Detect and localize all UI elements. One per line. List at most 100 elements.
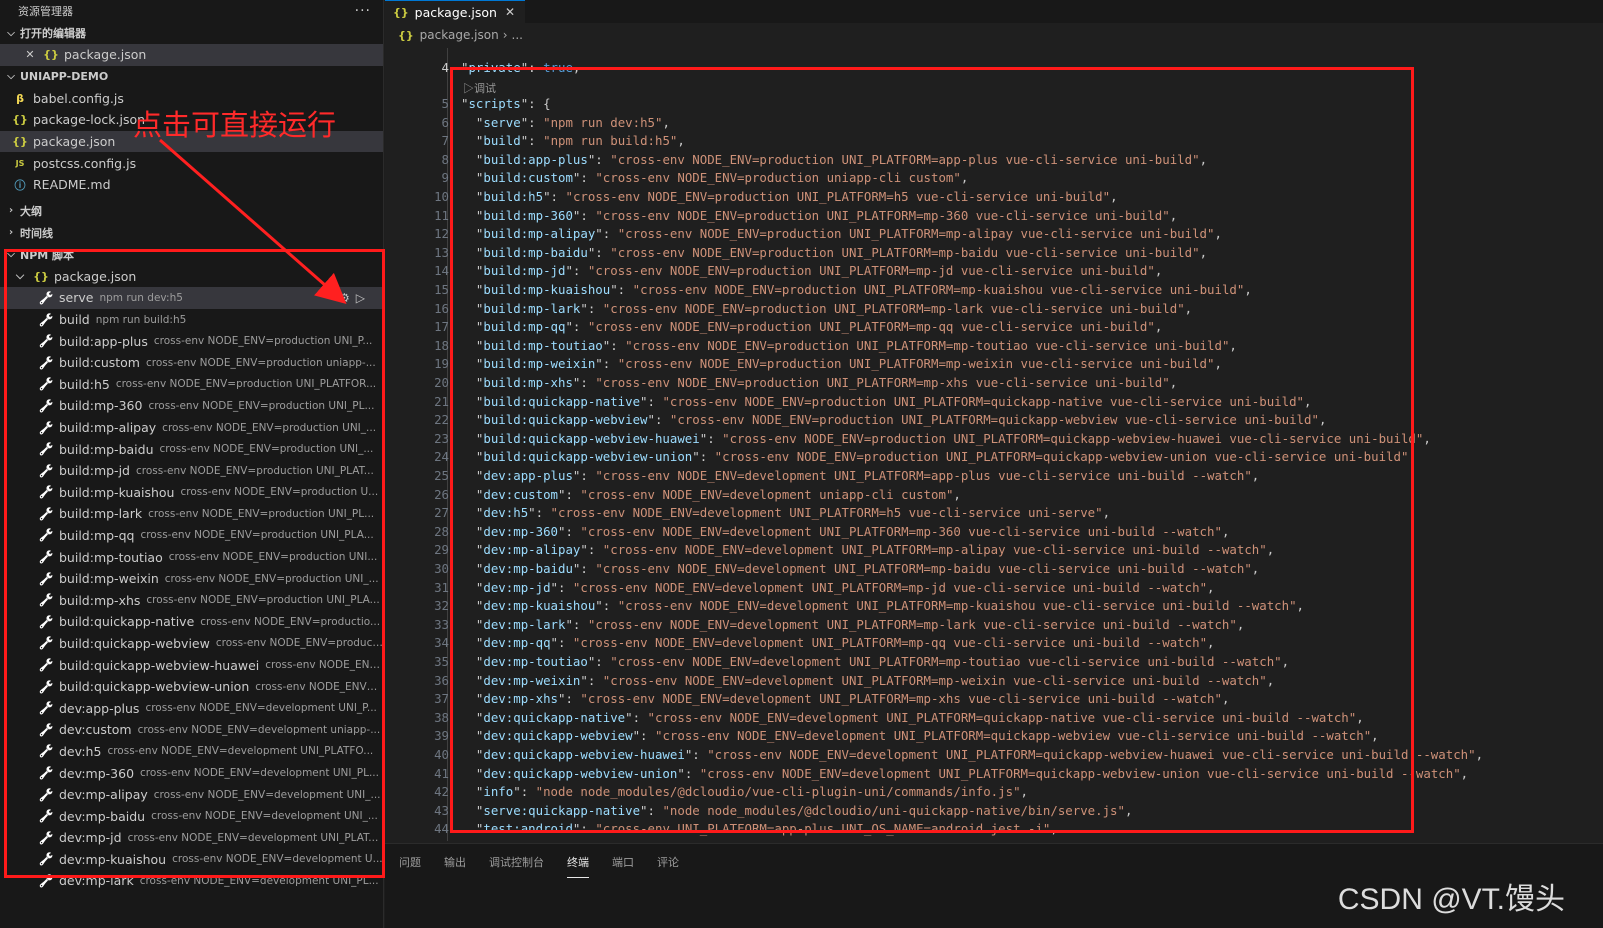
npm-script-item[interactable]: 🔧 dev:h5 cross-env NODE_ENV=development UN… [0, 741, 383, 763]
npm-script-command: cross-env NODE_ENV=production UNI_PLA... [146, 594, 380, 607]
file-item[interactable]: JS postcss.config.js [0, 152, 383, 174]
close-icon[interactable]: ✕ [22, 48, 38, 61]
npm-script-name: build:mp-lark [59, 506, 143, 522]
open-editor-item[interactable]: ✕ {} package.json [0, 44, 383, 66]
npm-script-item[interactable]: 🔧 dev:mp-360 cross-env NODE_ENV=developmen… [0, 762, 383, 784]
json-value: cross-env NODE_ENV=development UNI_PLATF… [587, 523, 1215, 539]
npm-script-name: build:mp-qq [59, 527, 135, 543]
code-line: 4 "private": true, [385, 59, 581, 78]
code-line: 34 "dev:mp-qq": "cross-env NODE_ENV=deve… [385, 634, 1214, 653]
open-editor-label: package.json [64, 47, 147, 63]
line-number: 7 [441, 133, 449, 149]
npm-script-item[interactable]: 🔧 build:mp-kuaishou cross-env NODE_ENV=pro… [0, 482, 383, 504]
code-line: 7 "build": "npm run build:h5", [385, 131, 685, 150]
npm-script-command: cross-env NODE_ENV=productio... [200, 615, 381, 628]
file-item[interactable]: ⓘ README.md [0, 174, 383, 196]
npm-script-item[interactable]: 🔧 build:mp-lark cross-env NODE_ENV=product… [0, 503, 383, 525]
npm-script-item[interactable]: 🔧 dev:mp-lark cross-env NODE_ENV=developme… [0, 870, 383, 892]
section-open-editors[interactable]: ⌵ 打开的编辑器 [0, 22, 383, 44]
npm-script-item[interactable]: 🔧 build:mp-weixin cross-env NODE_ENV=produ… [0, 568, 383, 590]
npm-script-item[interactable]: 🔧 build:quickapp-native cross-env NODE_ENV… [0, 611, 383, 633]
json-value: cross-env NODE_ENV=development UNI_PLATF… [610, 542, 1260, 558]
npm-script-item[interactable]: 🔧 build:mp-baidu cross-env NODE_ENV=produc… [0, 438, 383, 460]
run-script-icon[interactable]: ▷ [356, 291, 365, 305]
npm-script-item[interactable]: 🔧 build:mp-xhs cross-env NODE_ENV=producti… [0, 589, 383, 611]
wrench-icon: 🔧 [38, 636, 54, 651]
npm-script-item[interactable]: 🔧 build:quickapp-webview-union cross-env N… [0, 676, 383, 698]
npm-script-item[interactable]: 🔧 build:mp-alipay cross-env NODE_ENV=produ… [0, 417, 383, 439]
npm-script-item[interactable]: 🔧 dev:mp-alipay cross-env NODE_ENV=develop… [0, 784, 383, 806]
npm-script-item[interactable]: 🔧 build:mp-toutiao cross-env NODE_ENV=prod… [0, 546, 383, 568]
npm-script-list: 🔧 serve npm run dev:h5 ⚙ ▷ 🔧 build npm run buil… [0, 287, 383, 892]
npm-script-item[interactable]: 🔧 dev:mp-kuaishou cross-env NODE_ENV=devel… [0, 849, 383, 871]
json-key: dev:quickapp-webview-huawei [483, 746, 685, 762]
npm-script-item[interactable]: 🔧 build:h5 cross-env NODE_ENV=production U… [0, 374, 383, 396]
npm-script-name: dev:mp-lark [59, 873, 134, 889]
npm-script-item[interactable]: 🔧 build:mp-360 cross-env NODE_ENV=producti… [0, 395, 383, 417]
npm-script-item[interactable]: 🔧 build npm run build:h5 [0, 309, 383, 331]
more-actions-icon[interactable]: ··· [355, 3, 371, 19]
npm-script-name: build:quickapp-webview [59, 635, 210, 651]
json-key: build:quickapp-webview-huawei [483, 430, 700, 446]
json-value: true [543, 60, 573, 76]
section-outline[interactable]: › 大纲 [0, 200, 383, 222]
line-number: 28 [434, 523, 449, 539]
json-value: cross-env NODE_ENV=development UNI_PLATF… [655, 709, 1349, 725]
code-line: 28 "dev:mp-360": "cross-env NODE_ENV=dev… [385, 522, 1229, 541]
line-number: 33 [434, 616, 449, 632]
babel-icon: β [16, 91, 24, 105]
breadcrumb-file[interactable]: package.json [420, 28, 499, 42]
npm-script-item[interactable]: 🔧 build:quickapp-webview cross-env NODE_EN… [0, 633, 383, 655]
npm-script-item[interactable]: 🔧 serve npm run dev:h5 ⚙ ▷ [0, 287, 383, 309]
wrench-icon: 🔧 [38, 614, 54, 629]
npm-package-node[interactable]: ⌵ {} package.json [0, 266, 383, 288]
chevron-down-icon: ⌵ [15, 269, 25, 283]
section-npm-scripts[interactable]: ⌵ NPM 脚本 [0, 244, 383, 266]
file-label: package.json [33, 134, 116, 150]
debug-codelens[interactable]: ▷调试 [463, 80, 496, 96]
json-value: npm run build:h5 [550, 133, 670, 149]
tab-package-json[interactable]: {} package.json ✕ [385, 0, 526, 23]
close-icon[interactable]: ✕ [505, 5, 515, 19]
panel-tab[interactable]: 调试控制台 [489, 850, 544, 874]
chevron-down-icon: ⌵ [7, 27, 15, 39]
panel-tab[interactable]: 评论 [657, 850, 679, 874]
json-key: build:mp-qq [483, 319, 566, 335]
section-timeline[interactable]: › 时间线 [0, 222, 383, 244]
json-key: info [483, 784, 514, 800]
json-value: cross-env NODE_ENV=production UNI_PLATFO… [617, 151, 1193, 167]
npm-script-item[interactable]: 🔧 build:app-plus cross-env NODE_ENV=produc… [0, 330, 383, 352]
wrench-icon: 🔧 [38, 766, 54, 781]
panel-tab[interactable]: 终端 [567, 850, 589, 878]
panel-tab[interactable]: 问题 [399, 850, 421, 874]
npm-script-item[interactable]: 🔧 build:quickapp-webview-huawei cross-env … [0, 654, 383, 676]
panel-tab[interactable]: 输出 [444, 850, 466, 874]
npm-script-command: cross-env NODE_ENV=development UNI_... [151, 810, 378, 823]
npm-script-item[interactable]: 🔧 dev:custom cross-env NODE_ENV=developmen… [0, 719, 383, 741]
npm-script-item[interactable]: 🔧 dev:app-plus cross-env NODE_ENV=developm… [0, 697, 383, 719]
npm-script-command: cross-env NODE_ENV=production UNI_... [162, 421, 377, 434]
json-key: build:quickapp-webview [483, 412, 648, 428]
npm-script-name: build:mp-kuaishou [59, 484, 175, 500]
code-line: 9 "build:custom": "cross-env NODE_ENV=pr… [385, 169, 969, 188]
npm-script-name: dev:mp-360 [59, 765, 135, 781]
npm-script-item[interactable]: 🔧 dev:mp-baidu cross-env NODE_ENV=developm… [0, 805, 383, 827]
explorer-title: 资源管理器 [18, 5, 73, 18]
json-key: build:mp-toutiao [483, 337, 603, 353]
panel-tab[interactable]: 端口 [612, 850, 634, 874]
npm-script-item[interactable]: 🔧 build:custom cross-env NODE_ENV=producti… [0, 352, 383, 374]
npm-script-item[interactable]: 🔧 build:mp-jd cross-env NODE_ENV=productio… [0, 460, 383, 482]
line-number: 10 [434, 188, 449, 204]
npm-script-item[interactable]: 🔧 build:mp-qq cross-env NODE_ENV=productio… [0, 525, 383, 547]
json-key: dev:quickapp-webview [483, 728, 633, 744]
chevron-down-icon: ⌵ [7, 249, 15, 261]
debug-script-icon[interactable]: ⚙ [339, 291, 350, 305]
script-actions: ⚙ ▷ [339, 291, 365, 305]
code-view[interactable]: "version": "0.0.0",4"private": true,▷调试5… [385, 48, 1603, 841]
json-value: node node_modules/@dcloudio/uni-quickapp… [669, 802, 1118, 818]
wrench-icon: 🔧 [38, 593, 54, 608]
json-value: cross-env NODE_ENV=development UNI_PLATF… [625, 598, 1290, 614]
section-project[interactable]: ⌵ UNIAPP-DEMO [0, 66, 383, 88]
breadcrumb-symbol[interactable]: ... [512, 28, 523, 42]
npm-script-item[interactable]: 🔧 dev:mp-jd cross-env NODE_ENV=development… [0, 827, 383, 849]
